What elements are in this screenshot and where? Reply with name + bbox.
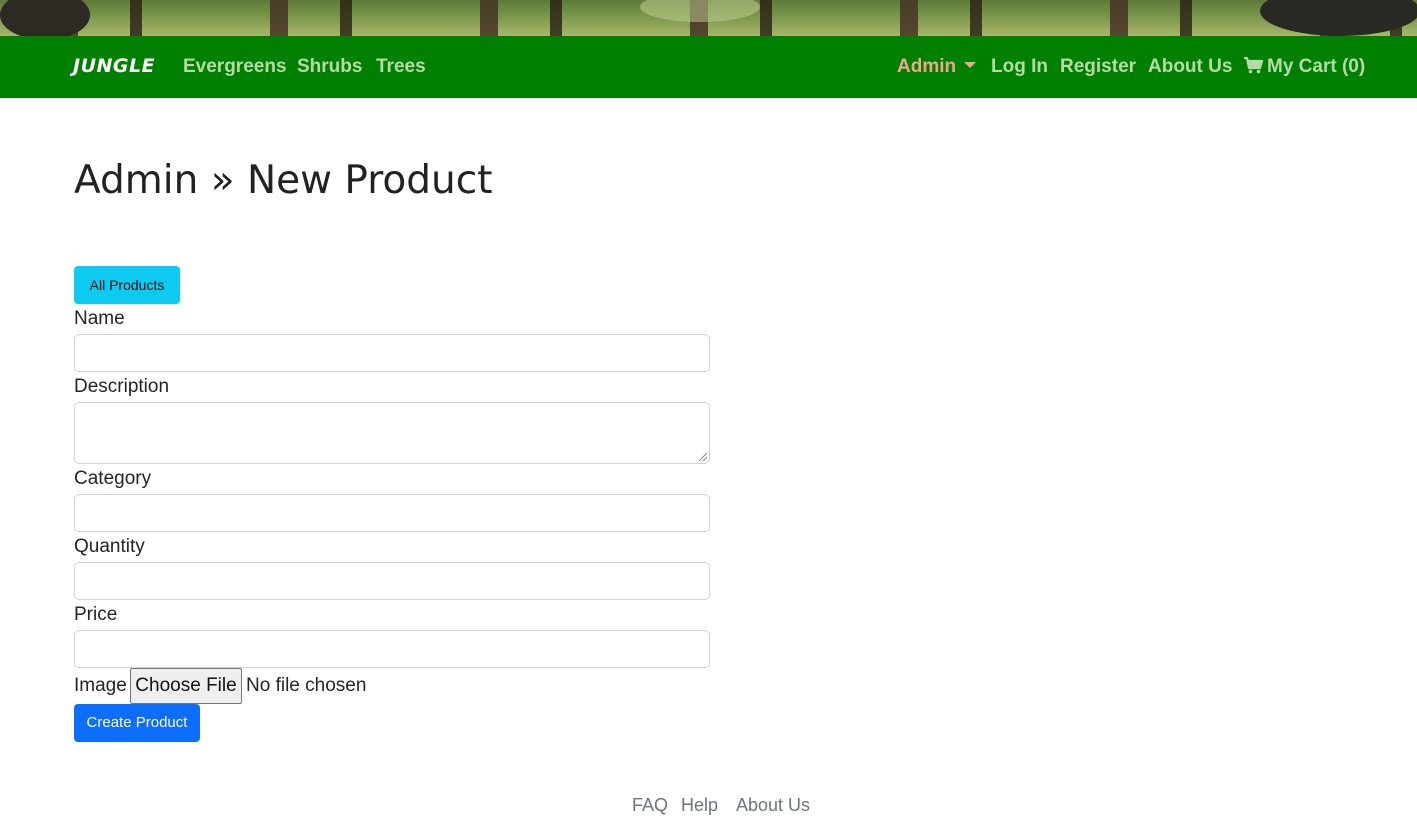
image-label: Image bbox=[74, 675, 127, 696]
create-product-button[interactable]: Create Product bbox=[74, 704, 200, 742]
nav-my-cart-label: My Cart (0) bbox=[1267, 56, 1366, 77]
all-products-button[interactable]: All Products bbox=[74, 266, 180, 304]
brand-logo[interactable]: JUNGLE bbox=[73, 55, 155, 77]
quantity-input[interactable] bbox=[74, 562, 710, 600]
nav-shrubs[interactable]: Shrubs bbox=[297, 56, 362, 78]
footer-about-us-link[interactable]: About Us bbox=[736, 795, 810, 816]
price-label: Price bbox=[74, 604, 118, 625]
nav-admin-label: Admin bbox=[897, 56, 957, 77]
description-label: Description bbox=[74, 376, 170, 397]
forest-banner bbox=[0, 0, 1417, 40]
nav-register[interactable]: Register bbox=[1060, 56, 1136, 78]
category-input[interactable] bbox=[74, 494, 710, 532]
nav-trees[interactable]: Trees bbox=[376, 56, 426, 78]
nav-admin-dropdown[interactable]: Admin bbox=[897, 56, 977, 78]
caret-down-icon bbox=[964, 62, 977, 68]
resize-grip-icon[interactable] bbox=[699, 453, 707, 461]
footer-help-link[interactable]: Help bbox=[681, 795, 718, 816]
category-label: Category bbox=[74, 468, 152, 489]
page-title: Admin » New Product bbox=[74, 158, 493, 203]
price-input[interactable] bbox=[74, 630, 710, 668]
file-status-text: No file chosen bbox=[246, 675, 367, 696]
choose-file-button[interactable]: Choose File bbox=[130, 668, 242, 704]
nav-log-in[interactable]: Log In bbox=[991, 56, 1048, 78]
quantity-label: Quantity bbox=[74, 536, 145, 557]
name-input[interactable] bbox=[74, 334, 710, 372]
top-navbar: JUNGLE Evergreens Shrubs Trees Admin Log… bbox=[0, 36, 1417, 98]
cart-icon bbox=[1244, 57, 1263, 74]
nav-my-cart[interactable]: My Cart (0) bbox=[1244, 56, 1365, 78]
name-label: Name bbox=[74, 308, 125, 329]
nav-about-us[interactable]: About Us bbox=[1148, 56, 1232, 78]
description-textarea[interactable] bbox=[74, 402, 710, 464]
nav-evergreens[interactable]: Evergreens bbox=[183, 56, 287, 78]
footer-faq-link[interactable]: FAQ bbox=[632, 795, 668, 816]
